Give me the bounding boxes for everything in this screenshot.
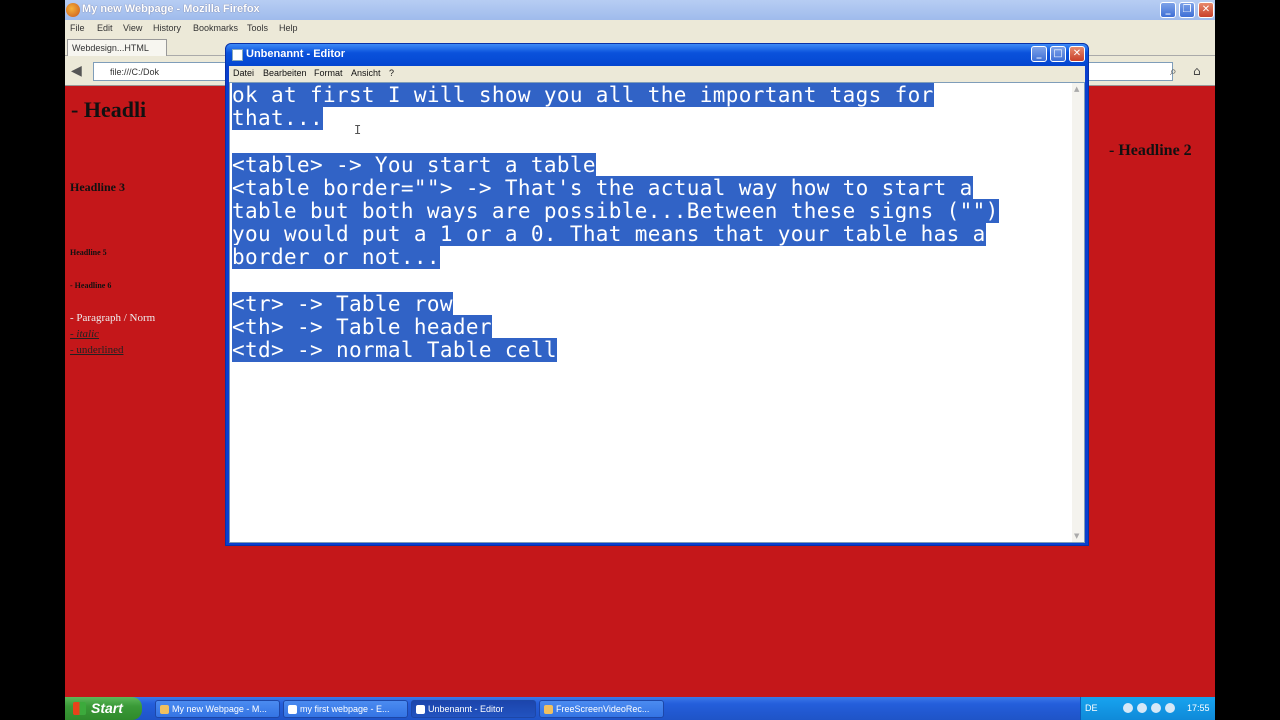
notepad-text-area[interactable]: ok at first I will show you all the impo… — [229, 82, 1085, 543]
firefox-menubar: File Edit View History Bookmarks Tools H… — [65, 20, 1215, 38]
firefox-logo-icon — [66, 3, 80, 17]
menu-format[interactable]: Format — [314, 68, 343, 78]
text-cursor-icon: I — [354, 123, 362, 137]
task-label: FreeScreenVideoRec... — [556, 704, 650, 714]
text-line: <td> -> normal Table cell — [232, 338, 557, 363]
menu-datei[interactable]: Datei — [233, 68, 254, 78]
firefox-minimize-button[interactable]: _ — [1160, 2, 1176, 18]
firefox-titlebar[interactable]: My new Webpage - Mozilla Firefox _ ❐ ✕ — [65, 0, 1215, 20]
menu-help-question[interactable]: ? — [389, 68, 394, 78]
text-line: that... — [232, 106, 323, 131]
page-headline-5: Headline 5 — [70, 248, 107, 257]
notepad-maximize-button[interactable]: □ — [1050, 46, 1066, 62]
notepad-titlebar[interactable]: Unbenannt - Editor _ □ ✕ — [226, 44, 1088, 66]
text-line: table but both ways are possible...Betwe… — [232, 199, 999, 224]
firefox-restore-button[interactable]: ❐ — [1179, 2, 1195, 18]
firefox-tab[interactable]: Webdesign...HTML — [67, 39, 167, 56]
task-notepad-webpage[interactable]: my first webpage - E... — [283, 700, 408, 718]
notepad-minimize-button[interactable]: _ — [1031, 46, 1047, 62]
page-headline-6: - Headline 6 — [70, 281, 112, 290]
search-icon[interactable]: ⌕ — [1170, 64, 1177, 79]
security-tray-icon[interactable] — [1137, 703, 1147, 713]
network-tray-icon[interactable] — [1151, 703, 1161, 713]
notepad-text: ok at first I will show you all the impo… — [232, 83, 999, 363]
notepad-close-button[interactable]: ✕ — [1069, 46, 1085, 62]
scroll-up-icon[interactable]: ▲ — [1074, 85, 1079, 93]
task-label: Unbenannt - Editor — [428, 704, 504, 714]
task-freescreen[interactable]: FreeScreenVideoRec... — [539, 700, 664, 718]
text-line: ok at first I will show you all the impo… — [232, 83, 934, 107]
menu-tools[interactable]: Tools — [247, 23, 268, 33]
menu-help[interactable]: Help — [279, 23, 298, 33]
start-label: Start — [91, 700, 123, 716]
task-unbenannt-editor[interactable]: Unbenannt - Editor — [411, 700, 536, 718]
home-icon[interactable]: ⌂ — [1193, 64, 1201, 78]
clock[interactable]: 17:55 — [1187, 703, 1210, 713]
help-tray-icon[interactable] — [1123, 703, 1133, 713]
task-firefox[interactable]: My new Webpage - M... — [155, 700, 280, 718]
menu-ansicht[interactable]: Ansicht — [351, 68, 381, 78]
task-label: my first webpage - E... — [300, 704, 390, 714]
menu-edit[interactable]: Edit — [97, 23, 113, 33]
volume-tray-icon[interactable] — [1165, 703, 1175, 713]
menu-view[interactable]: View — [123, 23, 142, 33]
page-paragraph: - Paragraph / Norm — [70, 312, 156, 324]
start-button[interactable]: Start — [65, 697, 142, 720]
notepad-task-icon — [416, 705, 425, 714]
desktop: My new Webpage - Mozilla Firefox _ ❐ ✕ F… — [65, 0, 1215, 720]
scroll-down-icon[interactable]: ▼ — [1074, 532, 1079, 540]
task-label: My new Webpage - M... — [172, 704, 267, 714]
notepad-window-title: Unbenannt - Editor — [246, 48, 345, 60]
menu-bearbeiten[interactable]: Bearbeiten — [263, 68, 307, 78]
system-tray: DE 17:55 — [1080, 697, 1215, 720]
notepad-scrollbar[interactable]: ▲ ▼ — [1072, 83, 1084, 542]
text-line: <table border=""> -> That's the actual w… — [232, 175, 973, 200]
text-line: <tr> -> Table row — [232, 291, 453, 316]
page-headline-1: - Headli — [71, 97, 147, 122]
windows-logo-icon — [73, 702, 86, 715]
text-line: <table> -> You start a table — [232, 152, 596, 177]
page-headline-2: - Headline 2 — [1109, 142, 1192, 159]
page-italic-link[interactable]: - italic — [70, 328, 99, 340]
menu-bookmarks[interactable]: Bookmarks — [193, 23, 238, 33]
text-line: border or not... — [232, 245, 440, 270]
text-line: you would put a 1 or a 0. That means tha… — [232, 222, 986, 247]
firefox-close-button[interactable]: ✕ — [1198, 2, 1214, 18]
folder-task-icon — [544, 705, 553, 714]
page-headline-3: Headline 3 — [70, 180, 126, 194]
taskbar: Start My new Webpage - M... my first web… — [65, 697, 1215, 720]
firefox-task-icon — [160, 705, 169, 714]
firefox-window-title: My new Webpage - Mozilla Firefox — [82, 3, 260, 15]
back-arrow-icon[interactable]: ◀ — [71, 63, 82, 79]
page-underlined-link[interactable]: - underlined — [70, 344, 123, 356]
notepad-menubar: Datei Bearbeiten Format Ansicht ? — [229, 66, 1085, 82]
notepad-window: Unbenannt - Editor _ □ ✕ Datei Bearbeite… — [225, 43, 1089, 546]
notepad-task-icon — [288, 705, 297, 714]
text-line: <th> -> Table header — [232, 315, 492, 340]
menu-file[interactable]: File — [70, 23, 85, 33]
notepad-icon — [232, 49, 243, 61]
menu-history[interactable]: History — [153, 23, 181, 33]
language-indicator[interactable]: DE — [1085, 703, 1098, 713]
